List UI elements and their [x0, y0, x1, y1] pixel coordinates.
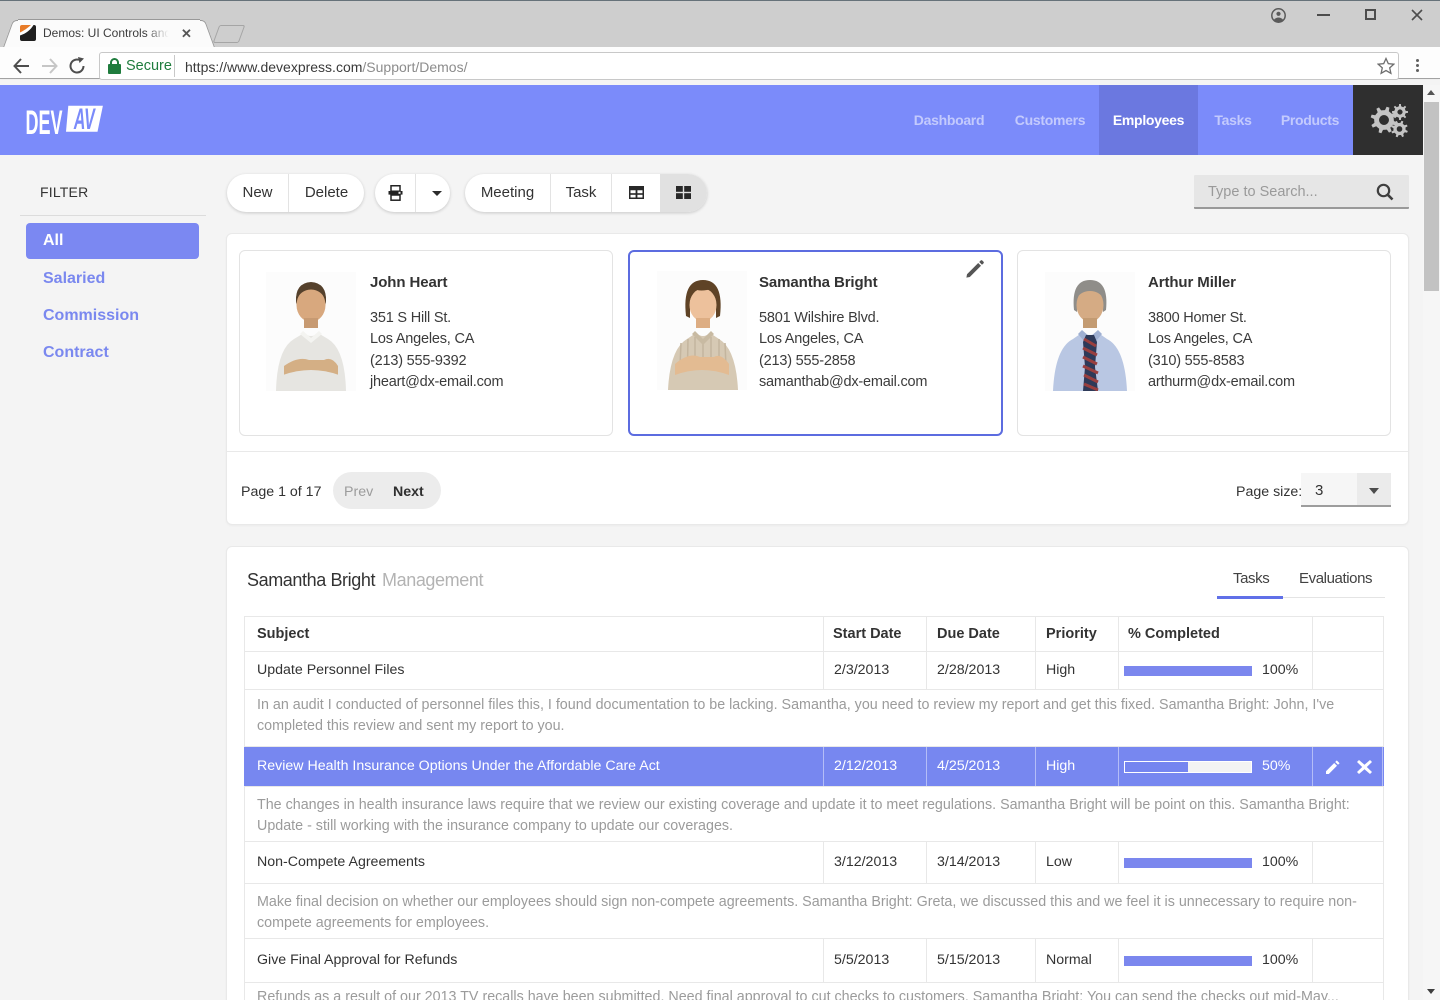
svg-text:DEV: DEV [25, 103, 62, 142]
svg-text:AV: AV [73, 103, 96, 137]
